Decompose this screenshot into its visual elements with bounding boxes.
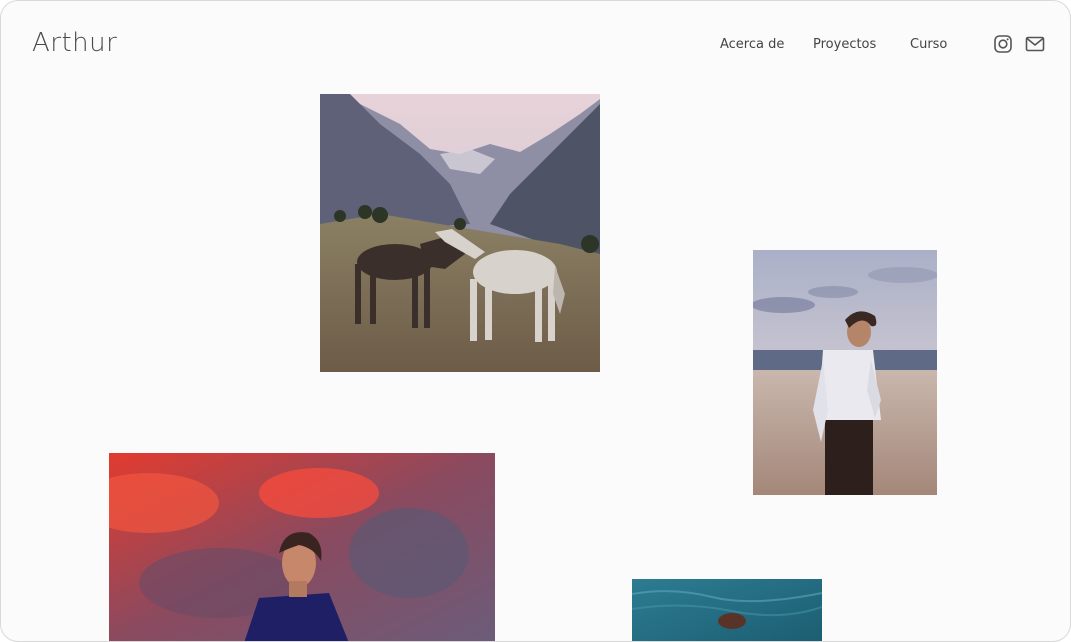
nav-item-acerca-de[interactable]: Acerca de bbox=[720, 37, 784, 52]
site-logo[interactable]: Arthur bbox=[32, 28, 117, 58]
instagram-icon[interactable] bbox=[993, 34, 1013, 54]
mail-icon[interactable] bbox=[1025, 34, 1045, 54]
nav-item-curso[interactable]: Curso bbox=[910, 37, 947, 52]
photo-woman-beach[interactable] bbox=[753, 250, 937, 495]
photo-woman-red-sky[interactable] bbox=[109, 453, 495, 641]
photo-water[interactable] bbox=[632, 579, 822, 641]
page-frame: Arthur Acerca de Proyectos Curso bbox=[0, 0, 1071, 642]
photo-horses-mountains[interactable] bbox=[320, 94, 600, 372]
nav-item-proyectos[interactable]: Proyectos bbox=[813, 37, 876, 52]
